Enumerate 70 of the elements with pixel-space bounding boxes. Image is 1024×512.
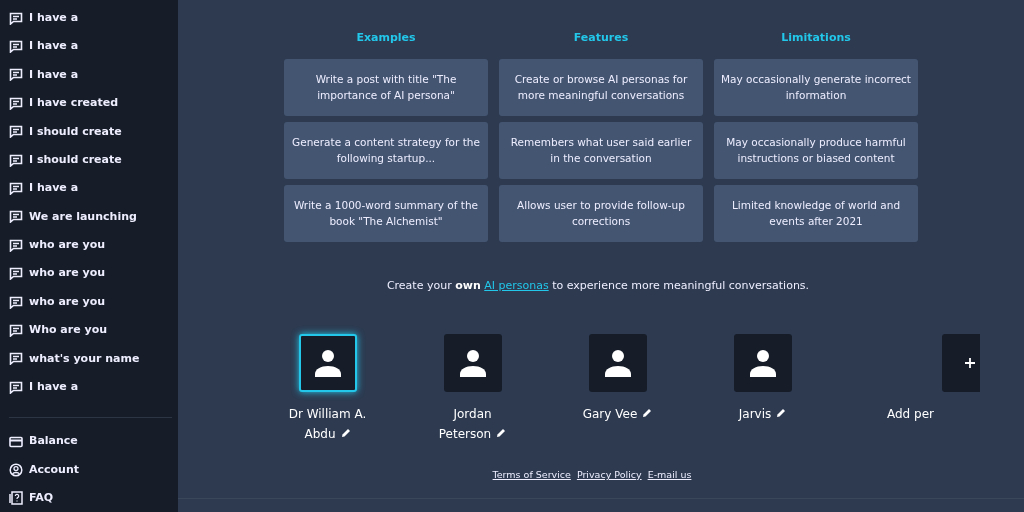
history-item[interactable]: I have created [9,89,178,118]
chat-icon [9,267,23,281]
history-item[interactable]: I should create [9,145,178,175]
persona-avatar[interactable] [443,334,502,392]
pencil-icon [642,408,653,418]
chat-icon [9,295,23,309]
column-title: Features [572,30,630,46]
history-item[interactable]: I have a [9,4,178,33]
chat-icon [9,125,23,139]
prompt-card[interactable]: Write a 1000-word summary of the book "The Alchemist" [284,184,488,242]
history-item[interactable]: I have a [9,174,178,203]
chat-icon [9,153,23,167]
pencil-icon [496,428,507,438]
column-title: Examples [355,30,417,46]
pencil-icon [776,408,787,418]
footer-link[interactable]: E-mail us [647,468,692,483]
history-item[interactable]: I have a [9,60,178,90]
history-item[interactable]: what's your name [9,344,178,374]
history-item[interactable]: who are you [9,259,178,288]
prompt-card[interactable]: Limited knowledge of world and events after 2021 [714,184,918,242]
add-persona-tile[interactable] [942,334,980,392]
prompt-card[interactable]: May occasionally generate incorrect information [714,58,918,116]
footer-link[interactable]: Privacy Policy [576,468,642,483]
user-circle-icon [9,463,23,478]
column-title: Limitations [780,30,852,46]
history-item[interactable]: who are you [9,231,178,260]
persona-name: Jarvis [716,404,809,424]
question-book-icon [9,491,23,506]
pencil-icon [340,428,351,438]
chat-icon [9,11,23,25]
plus-icon [964,357,976,369]
chat-icon [9,238,23,252]
prompt-card[interactable]: Create or browse AI personas for more meaningful conversations [499,58,703,116]
history-item[interactable]: We are launching [9,202,178,232]
history-item[interactable]: I should create [9,117,178,146]
footer-link[interactable]: Terms of Service [492,468,571,483]
history-item[interactable]: I have a [9,32,178,61]
person-icon [747,348,778,378]
persona-name: Add per [887,406,934,423]
history-item[interactable]: I have a [9,373,178,402]
menu-item[interactable]: FAQ [9,484,178,512]
person-icon [602,348,633,378]
chat-icon [9,182,23,196]
menu-item[interactable]: Account [9,455,178,485]
chat-icon [9,96,23,110]
person-icon [312,348,343,378]
prompt-card[interactable]: May occasionally produce harmful instructions or biased content [714,121,918,179]
personas-link[interactable]: AI personas [484,278,549,292]
prompt-card[interactable]: Allows user to provide follow-up corrections [499,184,703,242]
menu-item[interactable]: Balance [9,427,178,456]
chat-icon [9,352,23,366]
chat-icon [9,68,23,82]
chat-icon [9,210,23,224]
persona-name: Jordan Peterson [426,404,519,444]
persona-avatar[interactable] [588,334,647,392]
chat-icon [9,40,23,54]
credit-card-icon [9,435,23,448]
intro-text: Create your own AI personas to experience more meaningful conversations. [385,277,811,294]
persona-name: Gary Vee [571,404,664,424]
persona-name: Dr William A. Abdu [287,406,368,443]
person-icon [457,348,488,378]
chat-icon [9,324,23,337]
history-item[interactable]: Who are you [9,316,178,345]
chat-icon [9,380,23,394]
persona-avatar[interactable] [298,334,357,392]
prompt-card[interactable]: Write a post with title "The importance of AI persona" [284,58,488,116]
prompt-card[interactable]: Remembers what user said earlier in the conversation [499,121,703,179]
history-item[interactable]: who are you [9,287,178,317]
persona-avatar[interactable] [733,334,792,392]
prompt-card[interactable]: Generate a content strategy for the following startup... [284,121,488,179]
